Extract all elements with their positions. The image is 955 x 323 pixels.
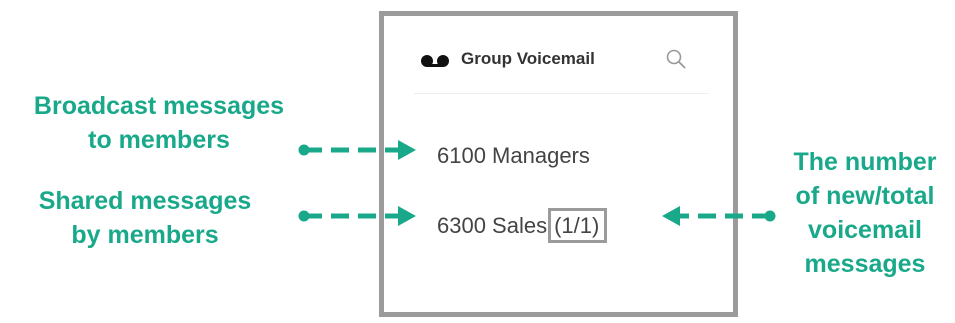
panel-title: Group Voicemail <box>461 49 595 68</box>
header-divider <box>414 93 709 94</box>
annotation-line: Shared messages <box>38 187 252 215</box>
annotation-line: The number <box>793 148 937 176</box>
annotation-line: of new/total <box>795 182 935 210</box>
annotation-shared: Shared messages by members <box>0 184 290 252</box>
annotation-line: to members <box>88 126 230 154</box>
group-voicemail-panel: Group Voicemail 6100 Managers 6300 Sales… <box>379 11 738 317</box>
voicemail-icon <box>421 55 449 67</box>
search-icon[interactable] <box>665 48 687 70</box>
group-name: 6100 Managers <box>437 143 590 168</box>
annotation-broadcast: Broadcast messages to members <box>0 89 318 157</box>
voicemail-group-sales[interactable]: 6300 Sales (1/1) <box>437 208 608 243</box>
panel-header: Group Voicemail <box>420 48 700 74</box>
annotation-line: by members <box>71 221 219 249</box>
annotation-line: Broadcast messages <box>33 92 285 120</box>
annotation-line: messages <box>804 250 926 278</box>
voicemail-group-managers[interactable]: 6100 Managers <box>437 143 590 169</box>
annotation-count: The number of new/total voicemail messag… <box>775 145 955 281</box>
group-name: 6300 Sales <box>437 213 548 238</box>
message-count-badge: (1/1) <box>548 208 608 243</box>
annotation-line: voicemail <box>808 216 922 244</box>
